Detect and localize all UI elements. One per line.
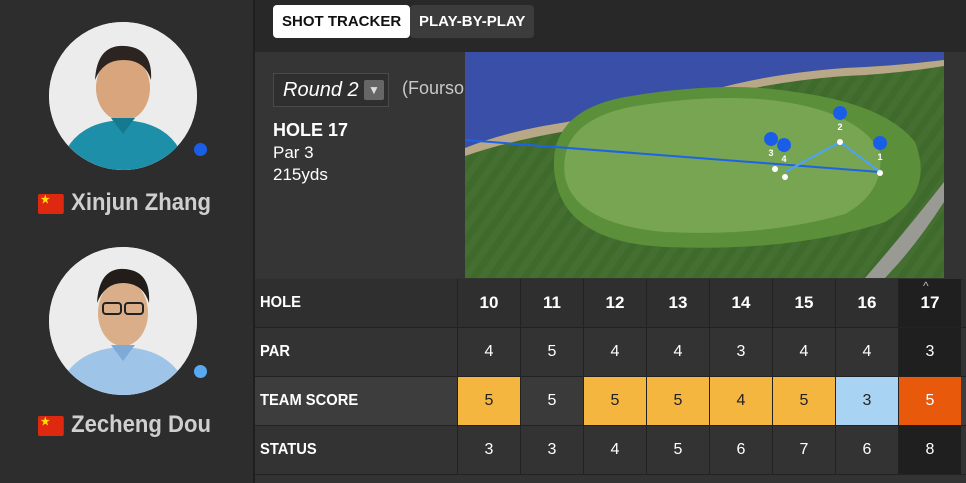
scorecard-table: HOLE 10 11 12 13 14 15 16 17 ^ PAR 4 5 4…	[255, 279, 966, 483]
round-selected: Round 2	[283, 79, 359, 101]
par-cell: 4	[646, 328, 709, 376]
hole-cell[interactable]: 11	[520, 279, 583, 327]
player-name: Xinjun Zhang	[71, 189, 211, 216]
status-cell: 8	[898, 426, 961, 474]
status-cell: 6	[709, 426, 772, 474]
tab-bar: SHOT TRACKER PLAY-BY-PLAY	[255, 0, 966, 52]
hole-row: HOLE 10 11 12 13 14 15 16 17 ^	[255, 279, 966, 328]
hole-cell[interactable]: 15	[772, 279, 835, 327]
par-cell: 5	[520, 328, 583, 376]
avatar	[49, 22, 197, 170]
player-name: Zecheng Dou	[71, 411, 211, 438]
hole-cell[interactable]: 16	[835, 279, 898, 327]
hole-cell[interactable]: 10	[457, 279, 520, 327]
tab-play-by-play[interactable]: PLAY-BY-PLAY	[410, 5, 535, 38]
avatar	[49, 247, 197, 395]
hole-par: Par 3	[273, 143, 314, 162]
par-cell: 3	[709, 328, 772, 376]
par-cell: 4	[457, 328, 520, 376]
score-cell: 3	[835, 377, 898, 425]
svg-text:1: 1	[877, 152, 882, 162]
status-row: STATUS 3 3 4 5 6 7 6 8	[255, 426, 966, 475]
china-flag-icon	[38, 193, 64, 214]
status-cell: 5	[646, 426, 709, 474]
hole-cell[interactable]: 14	[709, 279, 772, 327]
hole-yardage: 215yds	[273, 165, 328, 184]
status-dot	[194, 143, 207, 156]
status-cell: 6	[835, 426, 898, 474]
chevron-up-icon[interactable]: ^	[923, 279, 929, 293]
china-flag-icon	[38, 415, 64, 436]
svg-text:2: 2	[837, 122, 842, 132]
svg-text:4: 4	[781, 154, 786, 164]
par-cell: 4	[772, 328, 835, 376]
svg-text:3: 3	[768, 148, 773, 158]
team-score-row: TEAM SCORE 5 5 5 5 4 5 3 5	[255, 377, 966, 426]
score-cell: 4	[709, 377, 772, 425]
hole-cell[interactable]: 12	[583, 279, 646, 327]
score-cell: 5	[520, 377, 583, 425]
par-cell: 4	[835, 328, 898, 376]
par-cell: 3	[898, 328, 961, 376]
tab-shot-tracker[interactable]: SHOT TRACKER	[273, 5, 411, 38]
row-label-hole: HOLE	[260, 294, 301, 311]
row-label-status: STATUS	[260, 441, 317, 458]
row-label-par: PAR	[260, 343, 290, 360]
main-panel: SHOT TRACKER PLAY-BY-PLAY Round 2 ▼ (Fou…	[255, 0, 966, 483]
score-cell: 5	[457, 377, 520, 425]
chevron-down-icon[interactable]: ▼	[364, 80, 384, 100]
round-dropdown[interactable]: Round 2 ▼	[273, 73, 389, 107]
par-cell: 4	[583, 328, 646, 376]
status-cell: 3	[457, 426, 520, 474]
status-dot	[194, 365, 207, 378]
hole-info-panel: Round 2 ▼ (Foursomes) HOLE 17 Par 3 215y…	[255, 52, 504, 278]
score-cell: 5	[898, 377, 961, 425]
par-row: PAR 4 5 4 4 3 4 4 3	[255, 328, 966, 377]
score-cell: 5	[583, 377, 646, 425]
score-cell: 5	[646, 377, 709, 425]
status-cell: 3	[520, 426, 583, 474]
player-sidebar: Xinjun Zhang Zecheng Dou	[0, 0, 253, 483]
hole-title: HOLE 17	[273, 120, 349, 140]
row-label-team-score: TEAM SCORE	[260, 392, 359, 409]
hole-cell-current[interactable]: 17	[898, 279, 961, 327]
hole-cell[interactable]: 13	[646, 279, 709, 327]
hole-map[interactable]: 1 2 3 4	[465, 52, 944, 278]
status-cell: 7	[772, 426, 835, 474]
score-cell: 5	[772, 377, 835, 425]
status-cell: 4	[583, 426, 646, 474]
